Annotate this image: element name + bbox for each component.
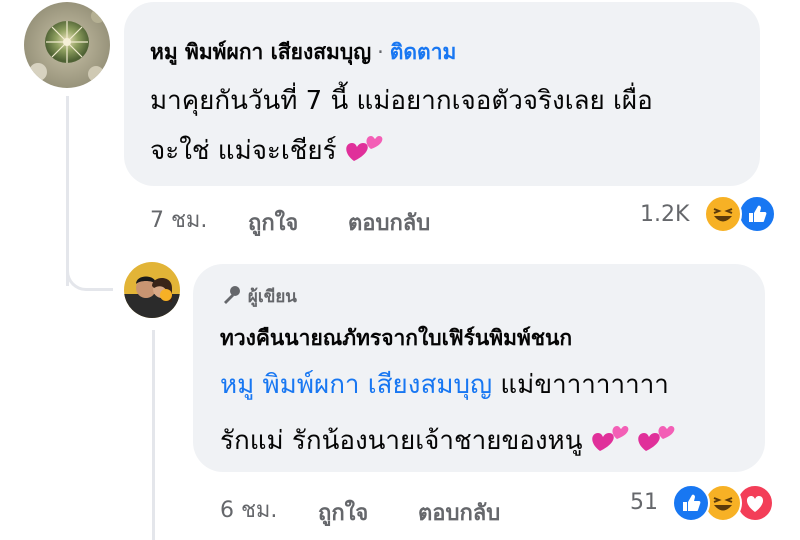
like-icon — [738, 195, 776, 233]
comment-like-button[interactable]: ถูกใจ — [248, 205, 298, 240]
reply-author-avatar[interactable] — [124, 262, 180, 318]
reply-time[interactable]: 6 ชม. — [220, 492, 277, 527]
two-hearts-icon — [591, 421, 629, 462]
haha-icon — [704, 195, 742, 233]
comment-author-name[interactable]: หมู พิมพ์ผกา เสียงสมบุญ — [150, 40, 371, 64]
reply-text: รักแม่ รักน้องนายเจ้าชายของหนู — [220, 426, 583, 456]
two-hearts-icon — [345, 131, 383, 172]
like-icon — [672, 484, 710, 522]
reply-text-line-1: หมู พิมพ์ผกา เสียงสมบุญ แม่ขาาาาาาาา — [220, 364, 669, 405]
microphone-icon — [220, 286, 248, 307]
thread-connector — [66, 250, 113, 291]
comment-author-line: หมู พิมพ์ผกา เสียงสมบุญ · ติดตาม — [150, 36, 456, 69]
follow-link[interactable]: ติดตาม — [390, 40, 457, 64]
reply-reply-button[interactable]: ตอบกลับ — [418, 495, 500, 530]
author-badge-label: ผู้เขียน — [247, 287, 297, 307]
reply-text-rest: แม่ขาาาาาาาา — [500, 370, 669, 400]
author-badge: ผู้เขียน — [220, 283, 297, 310]
reply-author-name[interactable]: ทวงคืนนายณภัทรจากใบเฟิร์นพิมพ์ชนก — [220, 322, 572, 355]
comment-text-line-2: จะใช่ แม่จะเชียร์ — [150, 130, 383, 172]
reply-like-button[interactable]: ถูกใจ — [318, 495, 368, 530]
comment-reaction-count[interactable]: 1.2K — [640, 202, 689, 227]
comment-text-line-1: มาคุยกันวันที่ 7 นี้ แม่อยากเจอตัวจริงเล… — [150, 86, 653, 116]
commenter-avatar[interactable] — [24, 2, 110, 88]
thread-line-reply — [152, 330, 155, 540]
mention-link[interactable]: หมู พิมพ์ผกา เสียงสมบุญ — [220, 370, 492, 400]
separator-dot: · — [377, 40, 384, 64]
two-hearts-icon — [637, 421, 675, 462]
comment-text: จะใช่ แม่จะเชียร์ — [150, 136, 337, 166]
comment-time[interactable]: 7 ชม. — [150, 202, 207, 237]
comment-reply-button[interactable]: ตอบกลับ — [348, 205, 430, 240]
reply-reaction-count[interactable]: 51 — [630, 490, 658, 515]
reply-text-line-2: รักแม่ รักน้องนายเจ้าชายของหนู — [220, 420, 675, 462]
